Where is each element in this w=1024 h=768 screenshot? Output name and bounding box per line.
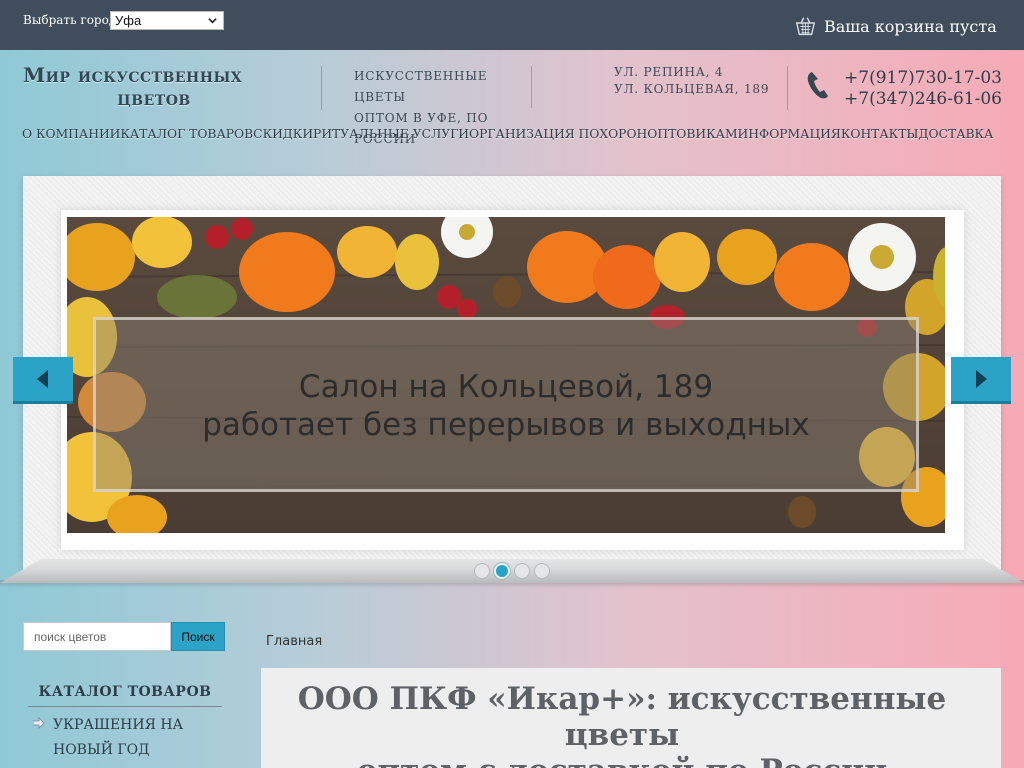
breadcrumb[interactable]: Главная xyxy=(266,634,322,649)
phone-2[interactable]: +7(347)246-61-06 xyxy=(844,89,1002,110)
top-bar: Выбрать город: Уфа Ваша корзина пуста xyxy=(0,0,1024,50)
logo-line-1: Мир искусственных xyxy=(23,63,243,87)
chevron-right-icon xyxy=(976,370,987,388)
nav-item-delivery[interactable]: Доставка xyxy=(919,127,994,147)
logo-line-2: цветов xyxy=(117,86,191,110)
city-label: Выбрать город: xyxy=(23,13,121,27)
slider-dot-active[interactable] xyxy=(494,563,510,579)
slider-dot[interactable] xyxy=(474,563,490,579)
nav-item-catalog[interactable]: Каталог товаров xyxy=(120,127,253,147)
cart-link[interactable]: Ваша корзина пуста xyxy=(795,14,997,38)
slider-pagination xyxy=(474,563,550,579)
nav-item-contacts[interactable]: Контакты xyxy=(841,127,919,147)
slider-prev-button[interactable] xyxy=(13,357,73,401)
arrow-right-icon xyxy=(33,717,45,729)
search-button-label: Поиск xyxy=(181,629,215,644)
slide-caption-line-1: Салон на Кольцевой, 189 xyxy=(298,369,714,405)
catalog-divider xyxy=(28,706,222,707)
slider-next-button[interactable] xyxy=(951,357,1011,401)
nav-item-discounts[interactable]: Скидки xyxy=(253,127,313,147)
city-select[interactable]: Уфа xyxy=(110,11,224,30)
header-divider xyxy=(787,66,788,110)
address: ул. Репина, 4 ул. Кольцевая, 189 xyxy=(614,64,769,98)
nav-item-about[interactable]: О компании xyxy=(22,127,120,147)
page-title: ООО ПКФ «Икар+»: искусственные цветы опт… xyxy=(261,681,983,768)
slider-dot[interactable] xyxy=(534,563,550,579)
cart-status: Ваша корзина пуста xyxy=(824,16,997,36)
address-line-1: ул. Репина, 4 xyxy=(614,65,724,79)
tagline-line-1: искусственные цветы xyxy=(354,69,488,104)
phone-handset-icon xyxy=(807,72,828,99)
main-nav: О компании Каталог товаров Скидки Ритуал… xyxy=(22,127,993,147)
page-title-line-1: ООО ПКФ «Икар+»: искусственные цветы xyxy=(297,681,947,753)
chevron-down-icon xyxy=(208,18,217,24)
search-input[interactable]: поиск цветов xyxy=(23,622,171,651)
catalog-title: Каталог товаров xyxy=(38,684,212,700)
catalog-item[interactable]: Украшения на новый год xyxy=(33,713,223,763)
phone-1[interactable]: +7(917)730-17-03 xyxy=(844,68,1002,89)
site-logo[interactable]: Мир искусственных цветов xyxy=(23,64,285,110)
nav-item-ritual-services[interactable]: Ритуальные услуги xyxy=(313,127,469,147)
header-divider xyxy=(321,66,322,110)
slide-caption-line-2: работает без перерывов и выходных xyxy=(202,407,810,443)
search-placeholder: поиск цветов xyxy=(34,630,107,644)
nav-item-wholesale[interactable]: Оптовикам xyxy=(647,127,737,147)
page-title-line-2: оптом с доставкой по России xyxy=(261,753,983,768)
search-button[interactable]: Поиск xyxy=(171,622,225,651)
nav-item-information[interactable]: Информация xyxy=(738,127,841,147)
phones: +7(917)730-17-03 +7(347)246-61-06 xyxy=(844,68,1002,110)
address-line-2: ул. Кольцевая, 189 xyxy=(614,82,770,96)
city-select-value: Уфа xyxy=(115,13,142,28)
slide-caption: Салон на Кольцевой, 189 работает без пер… xyxy=(93,368,919,444)
basket-icon xyxy=(795,16,816,35)
chevron-left-icon xyxy=(37,370,48,388)
nav-item-funeral-organization[interactable]: Организация похорон xyxy=(469,127,647,147)
slider-dot[interactable] xyxy=(514,563,530,579)
catalog-item-label: Украшения на новый год xyxy=(53,717,184,758)
header-divider xyxy=(531,66,532,108)
